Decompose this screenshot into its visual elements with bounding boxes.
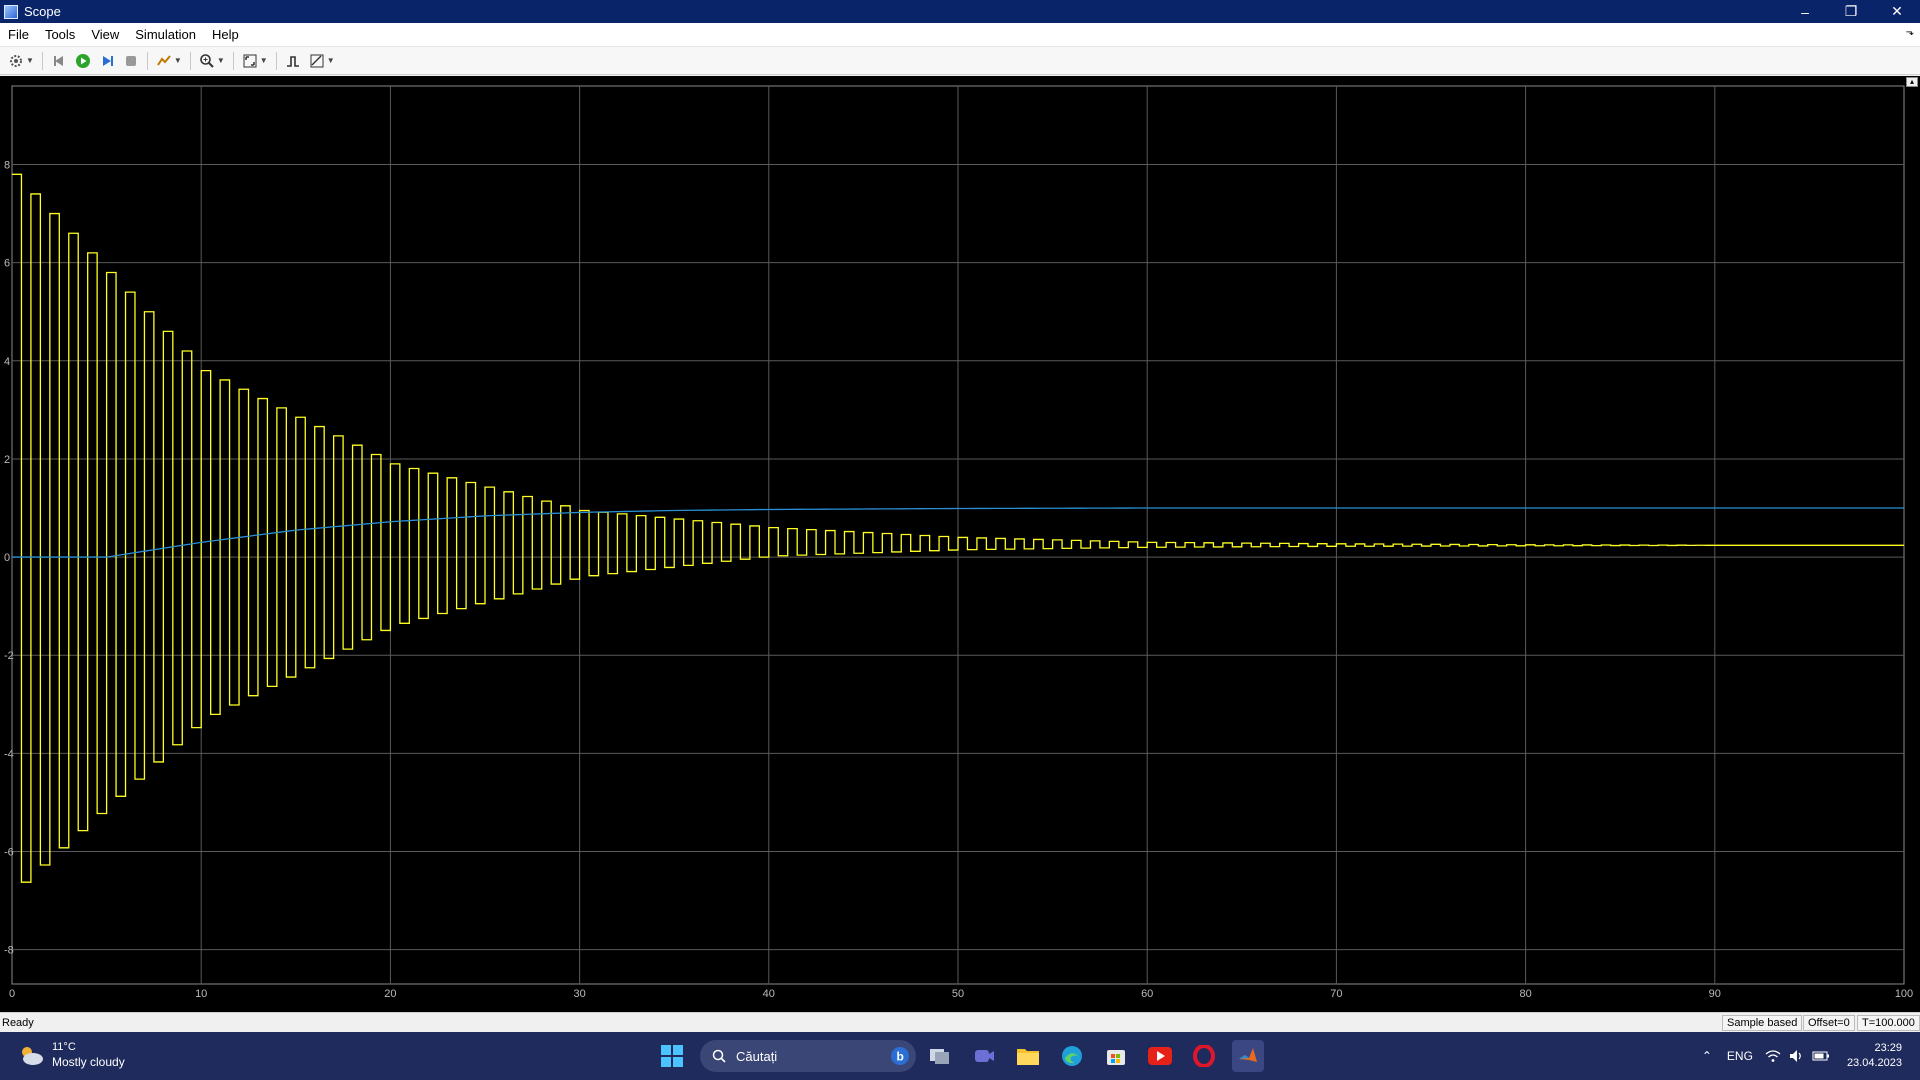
zoom-dropdown-icon[interactable]: ▼ (217, 56, 225, 65)
time-field: T=100.000 (1857, 1015, 1920, 1031)
menu-file[interactable]: File (0, 23, 37, 47)
y-tick-label: 0 (4, 552, 10, 564)
toolbar-separator (232, 51, 234, 70)
scope-plot[interactable]: 0 10 20 30 40 50 60 70 80 90 100 8 6 4 2 0 -2 -4 -6 -8 ▴ (0, 76, 1920, 1012)
x-tick-label: 50 (952, 988, 964, 1000)
y-tick-label: -6 (4, 847, 14, 859)
undock-icon[interactable]: ▴ (1906, 77, 1918, 87)
tick-labels: 0 10 20 30 40 50 60 70 80 90 10086420-2-4-6-8 (4, 160, 1913, 1000)
y-tick-label: -2 (4, 650, 14, 662)
highlight-dropdown-icon[interactable]: ▼ (174, 56, 182, 65)
plot-canvas[interactable]: 0 10 20 30 40 50 60 70 80 90 10086420-2-4-6-8 (0, 76, 1920, 1012)
step-forward-icon[interactable] (97, 51, 117, 71)
y-tick-label: 8 (4, 160, 10, 172)
window-controls: – ❐ ✕ (1782, 0, 1920, 23)
status-text: Ready (2, 1016, 34, 1029)
weather-description: Mostly cloudy (52, 1055, 125, 1069)
stop-icon[interactable] (121, 51, 141, 71)
x-tick-label: 40 (763, 988, 775, 1000)
x-tick-label: 90 (1709, 988, 1721, 1000)
teams-icon[interactable] (968, 1040, 1000, 1072)
search-placeholder: Căutați (736, 1048, 778, 1064)
x-tick-label: 0 (9, 988, 15, 1000)
svg-text:b: b (897, 1050, 904, 1064)
menu-bar: File Tools View Simulation Help ⬎ (0, 23, 1920, 47)
clock-time: 23:29 (1874, 1042, 1902, 1054)
system-tray: ⌃ ENG 23:29 23.04.2023 (1695, 1032, 1920, 1080)
matlab-icon[interactable] (1232, 1040, 1264, 1072)
x-tick-label: 100 (1895, 988, 1913, 1000)
step-back-icon[interactable] (49, 51, 69, 71)
measurements-dropdown-icon[interactable]: ▼ (327, 56, 335, 65)
y-tick-label: 6 (4, 258, 10, 270)
status-bar: Ready Sample based Offset=0 T=100.000 (0, 1012, 1920, 1032)
x-tick-label: 10 (195, 988, 207, 1000)
toolbar-separator (41, 51, 43, 70)
y-tick-label: -4 (4, 748, 14, 760)
windows-start-icon[interactable] (656, 1040, 688, 1072)
battery-icon[interactable] (1810, 1050, 1832, 1062)
cloud-sun-icon (22, 1047, 43, 1065)
title-bar: Scope – ❐ ✕ (0, 0, 1920, 23)
sample-mode-field: Sample based (1722, 1015, 1803, 1031)
measurements-icon[interactable] (307, 51, 327, 71)
chevron-up-icon[interactable]: ⌃ (1696, 1049, 1718, 1063)
settings-dropdown-icon[interactable]: ▼ (26, 56, 34, 65)
edge-icon[interactable] (1056, 1040, 1088, 1072)
menu-simulation[interactable]: Simulation (127, 23, 204, 47)
x-tick-label: 80 (1519, 988, 1531, 1000)
task-view-icon[interactable] (924, 1040, 956, 1072)
language-indicator[interactable]: ENG (1720, 1049, 1760, 1063)
file-explorer-icon[interactable] (1012, 1040, 1044, 1072)
autoscale-icon[interactable] (240, 51, 260, 71)
window-title: Scope (24, 4, 61, 19)
close-icon[interactable]: ✕ (1874, 0, 1920, 23)
store-icon[interactable] (1100, 1040, 1132, 1072)
triggers-icon[interactable] (283, 51, 303, 71)
menu-help[interactable]: Help (204, 23, 247, 47)
x-tick-label: 70 (1330, 988, 1342, 1000)
x-tick-label: 30 (573, 988, 585, 1000)
menu-tools[interactable]: Tools (37, 23, 83, 47)
clock-date: 23.04.2023 (1846, 1057, 1902, 1069)
restore-icon[interactable]: ❐ (1828, 0, 1874, 23)
menu-view[interactable]: View (83, 23, 127, 47)
toolbar-separator (189, 51, 191, 70)
search-icon (712, 1049, 726, 1063)
wifi-icon[interactable] (1762, 1049, 1784, 1063)
settings-icon[interactable] (6, 51, 26, 71)
bing-icon[interactable]: b (884, 1040, 916, 1072)
autoscale-dropdown-icon[interactable]: ▼ (260, 56, 268, 65)
volume-icon[interactable] (1786, 1049, 1808, 1063)
weather-temperature: 11°C (52, 1041, 76, 1053)
run-icon[interactable] (73, 51, 93, 71)
minimize-icon[interactable]: – (1782, 0, 1828, 23)
collapse-toolbar-icon[interactable]: ⬎ (1906, 27, 1914, 38)
y-tick-label: 4 (4, 356, 10, 368)
opera-icon[interactable] (1188, 1040, 1220, 1072)
highlight-icon[interactable] (154, 51, 174, 71)
windows-taskbar: 11°C Mostly cloudy Căutați b ⌃ ENG 23:29… (0, 1032, 1920, 1080)
x-tick-label: 20 (384, 988, 396, 1000)
y-tick-label: -8 (4, 945, 14, 957)
clock[interactable]: 23:29 23.04.2023 (1833, 1041, 1920, 1071)
scope-app-icon (4, 4, 18, 19)
toolbar-separator (275, 51, 277, 70)
y-tick-label: 2 (4, 454, 10, 466)
offset-field: Offset=0 (1803, 1015, 1855, 1031)
weather-widget[interactable]: 11°C Mostly cloudy (18, 1040, 125, 1070)
youtube-icon[interactable] (1144, 1040, 1176, 1072)
zoom-icon[interactable] (197, 51, 217, 71)
x-tick-label: 60 (1141, 988, 1153, 1000)
toolbar: ▼ ▼ ▼ ▼ ▼ (0, 47, 1920, 75)
toolbar-separator (146, 51, 148, 70)
